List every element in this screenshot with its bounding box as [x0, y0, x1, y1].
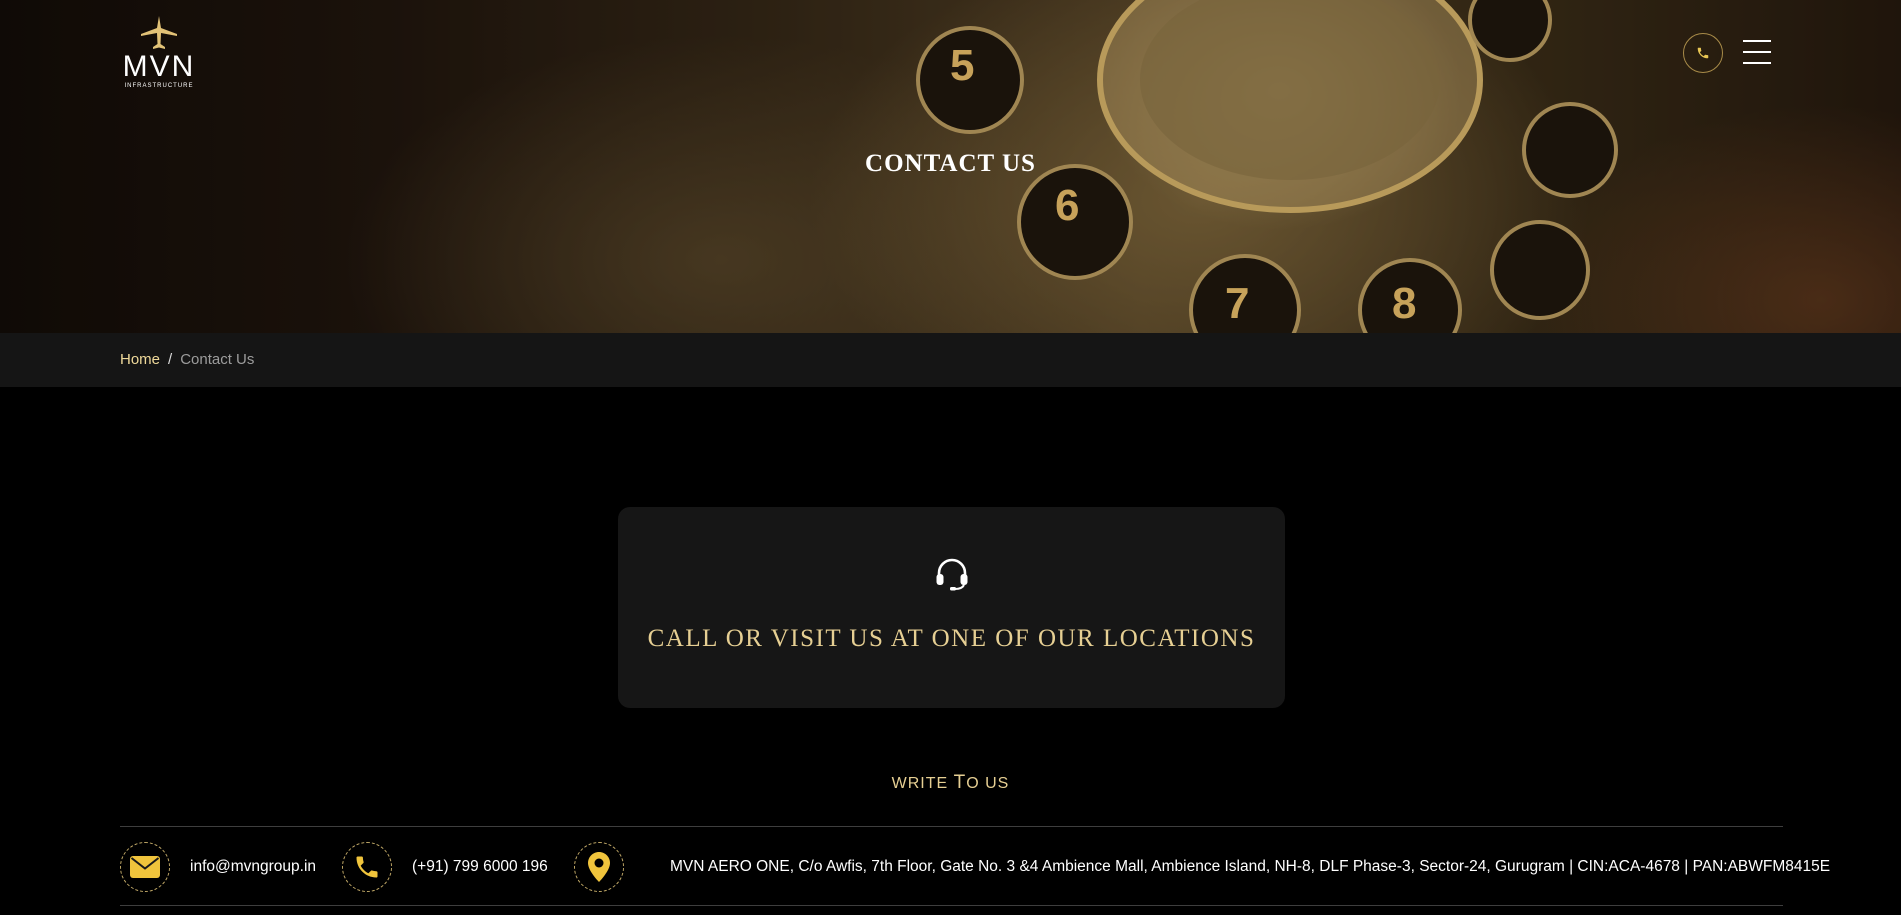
write-to-us-heading: WRITE TO US [0, 772, 1901, 794]
write-to-us-part-3: O US [966, 775, 1010, 792]
svg-text:5: 5 [950, 41, 974, 90]
email-link[interactable]: info@mvngroup.in [190, 858, 316, 876]
contact-info-card: CALL OR VISIT US AT ONE OF OUR LOCATIONS [618, 507, 1285, 708]
envelope-icon [130, 856, 160, 878]
svg-text:8: 8 [1392, 279, 1416, 328]
hamburger-menu-icon[interactable] [1743, 40, 1771, 64]
breadcrumb-current: Contact Us [180, 351, 255, 368]
phone-icon-badge [342, 842, 392, 892]
breadcrumb-bar: Home / Contact Us [0, 333, 1901, 387]
svg-text:7: 7 [1225, 279, 1249, 328]
hero-banner: 5 6 7 8 MVN INFRASTRUCTURE CONTACT US [0, 0, 1901, 333]
phone-icon [356, 856, 378, 878]
card-title: CALL OR VISIT US AT ONE OF OUR LOCATIONS [647, 625, 1256, 652]
airplane-logo-icon [141, 16, 177, 49]
contact-strip: info@mvngroup.in (+91) 799 6000 196 MVN … [120, 826, 1830, 906]
address-text: MVN AERO ONE, C/o Awfis, 7th Floor, Gate… [670, 858, 1831, 875]
logo-brand: MVN [122, 50, 196, 83]
headset-icon [936, 558, 968, 591]
breadcrumb: Home / Contact Us [120, 351, 254, 368]
logo[interactable]: MVN INFRASTRUCTURE [121, 14, 197, 92]
phone-link[interactable]: (+91) 799 6000 196 [412, 858, 548, 876]
phone-icon [1697, 47, 1709, 59]
svg-text:6: 6 [1055, 181, 1079, 230]
breadcrumb-home-link[interactable]: Home [120, 351, 160, 368]
page-title: CONTACT US [865, 150, 1036, 177]
breadcrumb-separator: / [168, 351, 173, 368]
write-to-us-part-1: WRITE [891, 775, 954, 792]
phone-button[interactable] [1683, 33, 1723, 73]
logo-tagline: INFRASTRUCTURE [124, 83, 194, 89]
email-icon-badge [120, 842, 170, 892]
location-icon-badge [574, 842, 624, 892]
map-pin-icon [588, 852, 610, 882]
write-to-us-part-2: T [953, 772, 967, 793]
